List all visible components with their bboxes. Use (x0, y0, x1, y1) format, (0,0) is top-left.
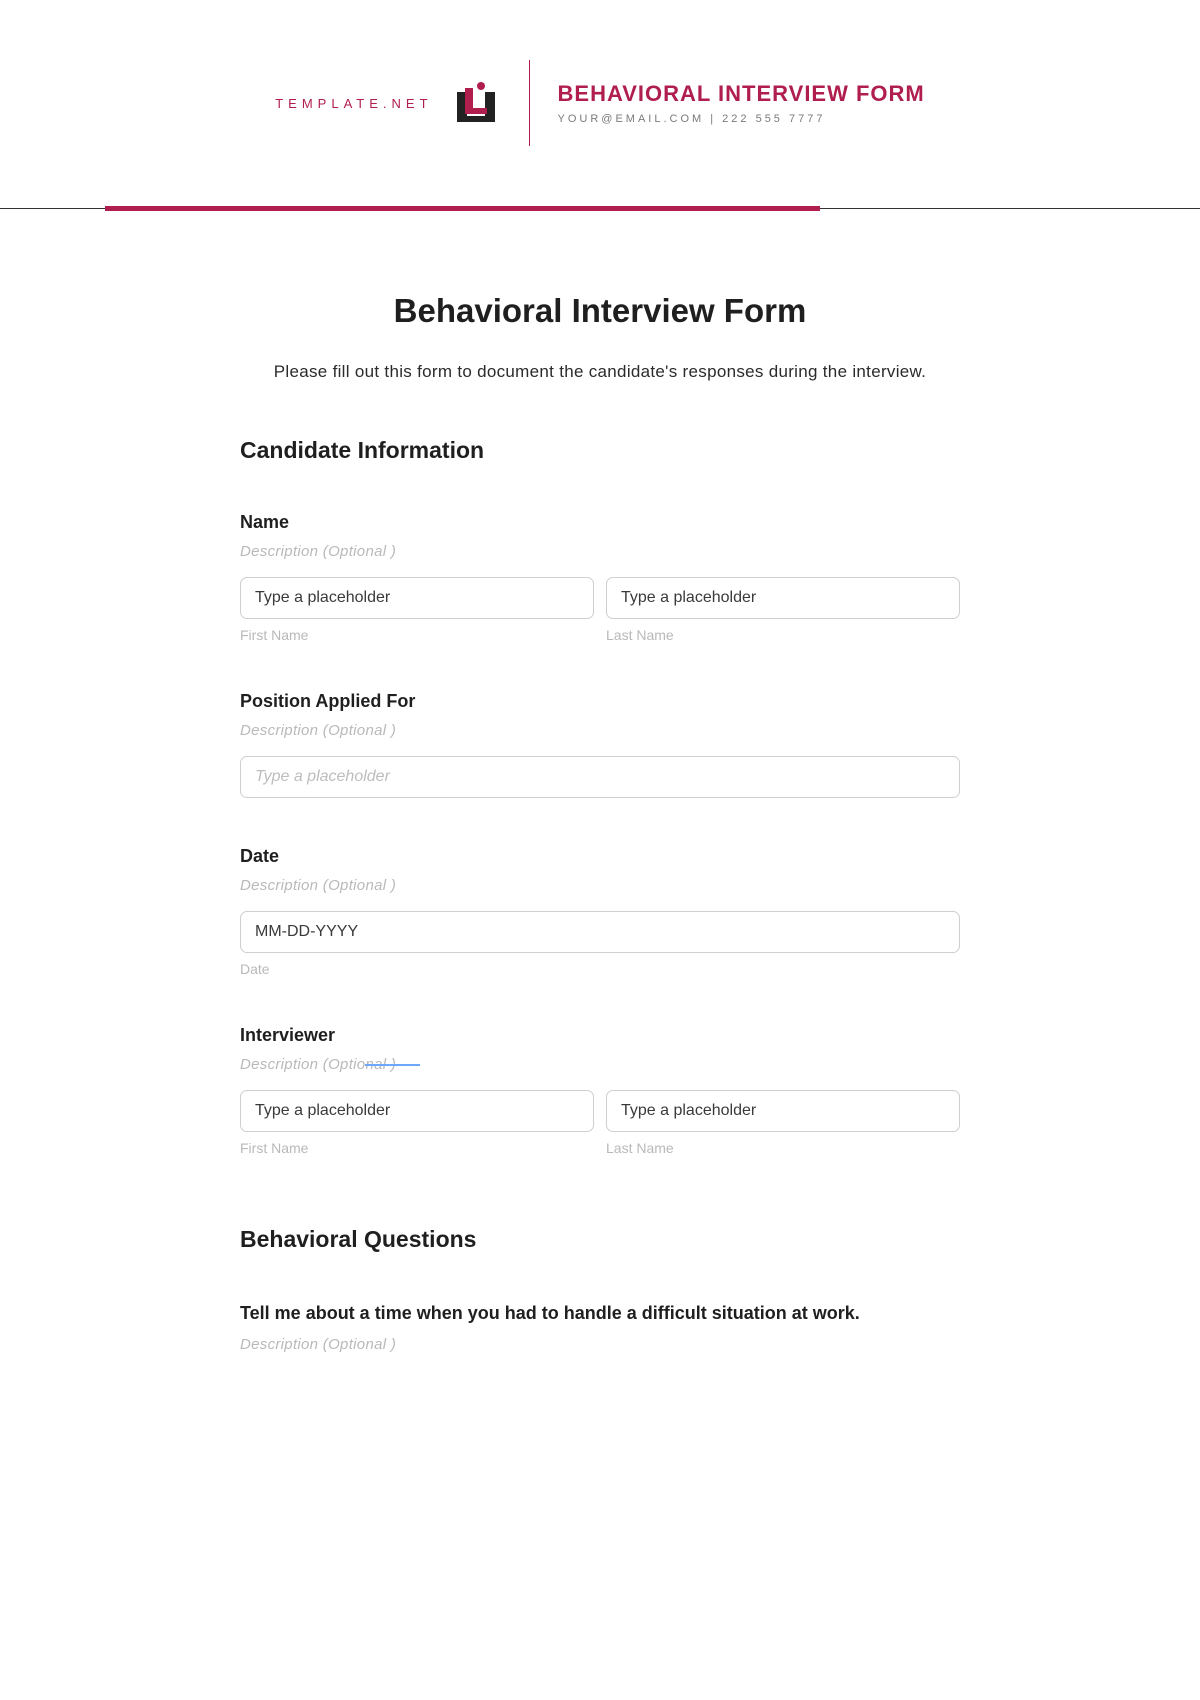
first-name-input[interactable] (240, 577, 594, 619)
blue-underline-accent (365, 1064, 420, 1066)
brand-name: TEMPLATE.NET (275, 96, 432, 111)
letterhead: TEMPLATE.NET BEHAVIORAL INTERVIEW FORM Y… (0, 0, 1200, 176)
form-content: Behavioral Interview Form Please fill ou… (240, 212, 960, 1354)
date-input[interactable] (240, 911, 960, 953)
date-sublabel: Date (240, 961, 960, 977)
field-position-label: Position Applied For (240, 691, 960, 712)
field-name-label: Name (240, 512, 960, 533)
first-name-sublabel: First Name (240, 627, 594, 643)
field-interviewer-desc: Description (Optional ) (240, 1056, 396, 1073)
question-1-label: Tell me about a time when you had to han… (240, 1301, 960, 1326)
position-input[interactable] (240, 756, 960, 798)
header-rule-accent (105, 206, 820, 211)
field-name-desc: Description (Optional ) (240, 543, 396, 560)
last-name-input[interactable] (606, 577, 960, 619)
field-interviewer: Interviewer Description (Optional ) Firs… (240, 1025, 960, 1156)
vertical-divider (529, 60, 530, 146)
field-position: Position Applied For Description (Option… (240, 691, 960, 798)
header-rule (0, 206, 1200, 212)
form-intro: Please fill out this form to document th… (240, 362, 960, 382)
letterhead-title: BEHAVIORAL INTERVIEW FORM (558, 81, 925, 107)
field-date-label: Date (240, 846, 960, 867)
brand-logo-icon (451, 78, 501, 128)
field-date: Date Description (Optional ) Date (240, 846, 960, 977)
field-position-desc: Description (Optional ) (240, 722, 396, 739)
form-title: Behavioral Interview Form (240, 292, 960, 330)
interviewer-last-name-input[interactable] (606, 1090, 960, 1132)
letterhead-contact: YOUR@EMAIL.COM | 222 555 7777 (558, 113, 925, 125)
question-1-desc: Description (Optional ) (240, 1336, 396, 1353)
field-date-desc: Description (Optional ) (240, 877, 396, 894)
interviewer-first-name-input[interactable] (240, 1090, 594, 1132)
interviewer-last-name-sublabel: Last Name (606, 1140, 960, 1156)
letterhead-right: BEHAVIORAL INTERVIEW FORM YOUR@EMAIL.COM… (558, 81, 925, 125)
last-name-sublabel: Last Name (606, 627, 960, 643)
section-behavioral-questions: Behavioral Questions (240, 1226, 960, 1253)
field-name: Name Description (Optional ) First Name … (240, 512, 960, 643)
interviewer-first-name-sublabel: First Name (240, 1140, 594, 1156)
section-candidate-info: Candidate Information (240, 437, 960, 464)
field-interviewer-label: Interviewer (240, 1025, 960, 1046)
document-page: TEMPLATE.NET BEHAVIORAL INTERVIEW FORM Y… (0, 0, 1200, 1414)
